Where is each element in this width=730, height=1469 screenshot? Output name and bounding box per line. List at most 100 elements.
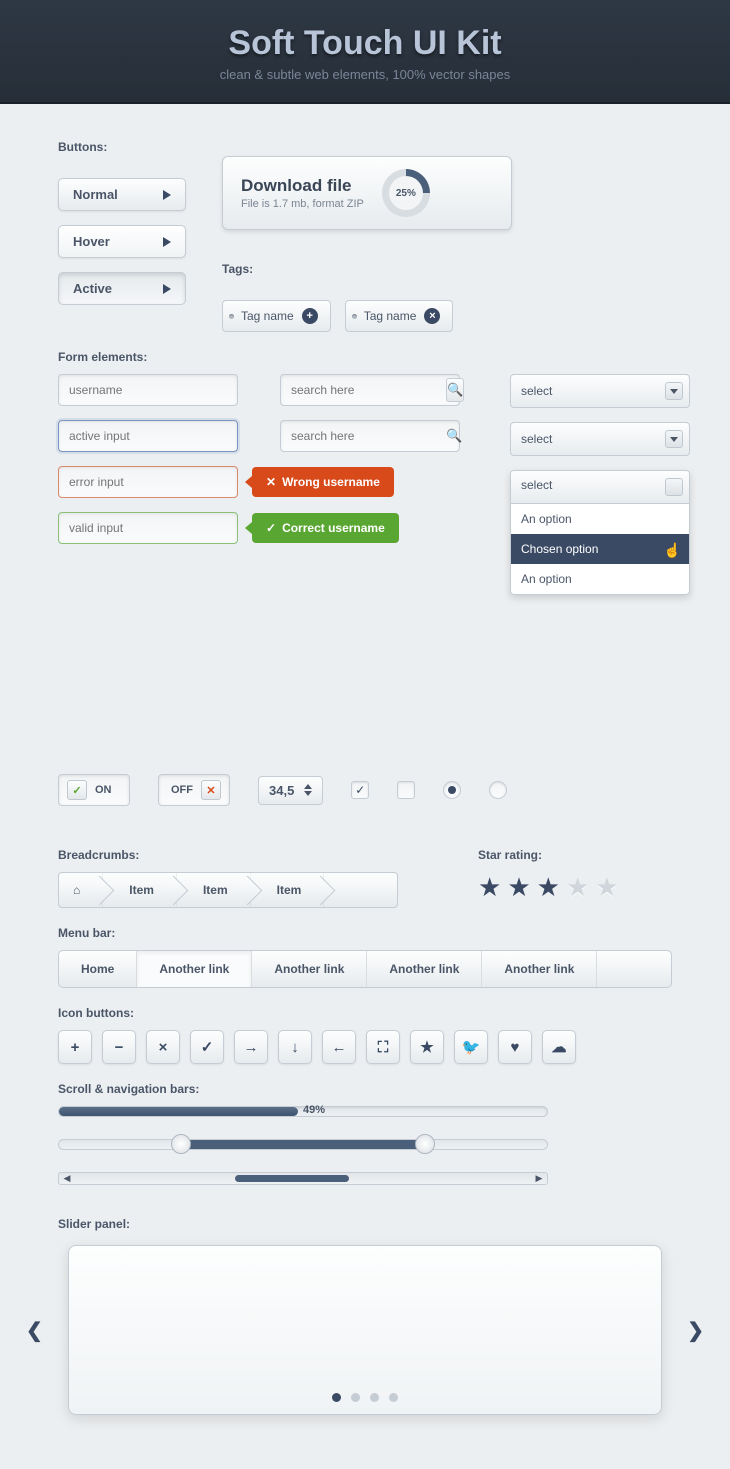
section-stars-label: Star rating: bbox=[478, 848, 619, 862]
select-option[interactable]: An option bbox=[511, 564, 689, 594]
menu-item-active[interactable]: Another link bbox=[137, 951, 252, 987]
select-option[interactable]: An option bbox=[511, 504, 689, 534]
search-field[interactable] bbox=[291, 421, 446, 451]
error-tooltip: ✕Wrong username bbox=[252, 467, 394, 497]
arrow-down-icon-button[interactable]: ↓ bbox=[278, 1030, 312, 1064]
twitter-icon-button[interactable]: 🐦 bbox=[454, 1030, 488, 1064]
slider-dot[interactable] bbox=[370, 1393, 379, 1402]
slider-prev-icon[interactable]: ❮ bbox=[26, 1318, 43, 1343]
valid-input[interactable] bbox=[58, 512, 238, 544]
menu-item[interactable]: Home bbox=[59, 951, 137, 987]
toggle-label: ON bbox=[95, 784, 112, 796]
page-header: Soft Touch UI Kit clean & subtle web ele… bbox=[0, 0, 730, 104]
progress-label: 49% bbox=[303, 1104, 325, 1116]
menu-item[interactable]: Another link bbox=[482, 951, 597, 987]
search-icon[interactable]: 🔍 bbox=[446, 424, 462, 448]
button-hover[interactable]: Hover bbox=[58, 225, 186, 258]
active-input[interactable] bbox=[58, 420, 238, 452]
slider-dots bbox=[69, 1393, 661, 1402]
check-icon-button[interactable]: ✓ bbox=[190, 1030, 224, 1064]
scroll-right-icon[interactable]: ▶ bbox=[531, 1173, 547, 1184]
radio-unchecked[interactable] bbox=[489, 781, 507, 799]
slider-dot[interactable] bbox=[389, 1393, 398, 1402]
search-input-boxed[interactable]: 🔍 bbox=[280, 374, 460, 406]
toggle-off[interactable]: ✕OFF bbox=[158, 774, 230, 806]
scroll-thumb[interactable] bbox=[235, 1175, 349, 1182]
arrow-left-icon-button[interactable]: ← bbox=[322, 1030, 356, 1064]
radio-checked[interactable] bbox=[443, 781, 461, 799]
checkbox-checked[interactable]: ✓ bbox=[351, 781, 369, 799]
tag-add[interactable]: Tag name + bbox=[222, 300, 331, 332]
chevron-down-icon bbox=[665, 430, 683, 448]
tag-label: Tag name bbox=[364, 309, 417, 323]
page-title: Soft Touch UI Kit bbox=[0, 24, 730, 63]
menu-item[interactable]: Another link bbox=[367, 951, 482, 987]
plus-icon-button[interactable]: + bbox=[58, 1030, 92, 1064]
tag-remove[interactable]: Tag name × bbox=[345, 300, 454, 332]
username-input[interactable] bbox=[58, 374, 238, 406]
button-hover-label: Hover bbox=[73, 234, 110, 249]
star-icon[interactable]: ★ bbox=[537, 872, 560, 903]
star-icon[interactable]: ★ bbox=[507, 872, 530, 903]
chevron-right-icon bbox=[163, 190, 171, 200]
chevron-down-icon bbox=[665, 478, 683, 496]
close-icon: ✕ bbox=[266, 475, 276, 489]
minus-icon-button[interactable]: − bbox=[102, 1030, 136, 1064]
heart-icon-button[interactable]: ♥ bbox=[498, 1030, 532, 1064]
section-forms-label: Form elements: bbox=[58, 350, 672, 364]
plus-icon[interactable]: + bbox=[302, 308, 318, 324]
download-card[interactable]: Download file File is 1.7 mb, format ZIP… bbox=[222, 156, 512, 230]
search-input-plain[interactable]: 🔍 bbox=[280, 420, 460, 452]
select-dropdown[interactable]: select bbox=[510, 374, 690, 408]
menu-item[interactable]: Another link bbox=[252, 951, 367, 987]
error-input[interactable] bbox=[58, 466, 238, 498]
button-normal[interactable]: Normal bbox=[58, 178, 186, 211]
chevron-up-icon[interactable] bbox=[304, 784, 312, 789]
menu-bar: Home Another link Another link Another l… bbox=[58, 950, 672, 988]
slider-dot[interactable] bbox=[351, 1393, 360, 1402]
toggle-on[interactable]: ✓ ON bbox=[58, 774, 130, 806]
section-menu-label: Menu bar: bbox=[58, 926, 672, 940]
slider-dot[interactable] bbox=[332, 1393, 341, 1402]
star-icon[interactable]: ★ bbox=[566, 872, 589, 903]
slider-next-icon[interactable]: ❯ bbox=[687, 1318, 704, 1343]
section-crumbs-label: Breadcrumbs: bbox=[58, 848, 398, 862]
breadcrumb-home[interactable]: ⌂ bbox=[59, 873, 103, 907]
toggle-label: OFF bbox=[171, 784, 193, 796]
chevron-down-icon[interactable] bbox=[304, 791, 312, 796]
scroll-left-icon[interactable]: ◀ bbox=[59, 1173, 75, 1184]
arrow-right-icon-button[interactable]: → bbox=[234, 1030, 268, 1064]
range-slider[interactable] bbox=[58, 1139, 548, 1150]
slider-card[interactable] bbox=[68, 1245, 662, 1415]
star-icon-button[interactable]: ★ bbox=[410, 1030, 444, 1064]
star-rating[interactable]: ★ ★ ★ ★ ★ bbox=[478, 872, 619, 903]
close-icon-button[interactable]: × bbox=[146, 1030, 180, 1064]
button-active[interactable]: Active bbox=[58, 272, 186, 305]
spinner-value: 34,5 bbox=[269, 783, 294, 798]
close-icon[interactable]: × bbox=[424, 308, 440, 324]
progress-fill bbox=[59, 1107, 298, 1116]
progress-bar: 49% bbox=[58, 1106, 548, 1117]
select-dropdown[interactable]: select bbox=[510, 422, 690, 456]
search-field[interactable] bbox=[291, 375, 446, 405]
star-icon[interactable]: ★ bbox=[478, 872, 501, 903]
check-icon: ✓ bbox=[67, 780, 87, 800]
scrollbar[interactable]: ◀ ▶ bbox=[58, 1172, 548, 1185]
expand-icon-button[interactable]: ⛶ bbox=[366, 1030, 400, 1064]
chevron-right-icon bbox=[163, 237, 171, 247]
range-handle[interactable] bbox=[171, 1134, 191, 1154]
section-scroll-label: Scroll & navigation bars: bbox=[58, 1082, 672, 1096]
number-spinner[interactable]: 34,5 bbox=[258, 776, 323, 805]
select-dropdown-open[interactable]: select An option Chosen option An option bbox=[510, 470, 690, 595]
tag-label: Tag name bbox=[241, 309, 294, 323]
select-option-chosen[interactable]: Chosen option bbox=[511, 534, 689, 564]
star-icon[interactable]: ★ bbox=[595, 872, 618, 903]
button-normal-label: Normal bbox=[73, 187, 118, 202]
home-icon: ⌂ bbox=[73, 883, 80, 897]
checkbox-unchecked[interactable] bbox=[397, 781, 415, 799]
select-value: select bbox=[521, 432, 552, 446]
cloud-icon-button[interactable]: ☁ bbox=[542, 1030, 576, 1064]
range-handle[interactable] bbox=[415, 1134, 435, 1154]
check-icon: ✓ bbox=[266, 521, 276, 535]
search-icon[interactable]: 🔍 bbox=[446, 378, 464, 402]
